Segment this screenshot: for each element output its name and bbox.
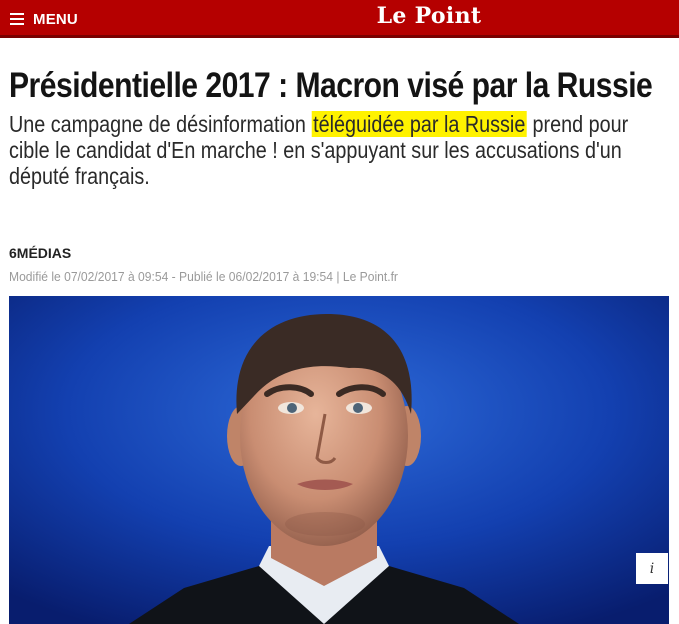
- publication-dates: Modifié le 07/02/2017 à 09:54 - Publié l…: [9, 269, 398, 284]
- article-photo: [9, 296, 669, 624]
- article-lede: Une campagne de désinformation téléguidé…: [9, 111, 671, 189]
- author-byline[interactable]: 6MÉDIAS: [9, 245, 71, 261]
- photo-info-button[interactable]: i: [636, 553, 668, 584]
- portrait-illustration: [9, 296, 669, 624]
- top-navigation-bar: MENU Le Point: [0, 0, 679, 38]
- article: Présidentielle 2017 : Macron visé par la…: [9, 40, 673, 624]
- site-logo[interactable]: Le Point: [0, 3, 679, 29]
- lede-highlighted-text: téléguidée par la Russie: [311, 111, 528, 137]
- article-title: Présidentielle 2017 : Macron visé par la…: [9, 66, 653, 105]
- lede-text-start: Une campagne de désinformation: [9, 111, 312, 137]
